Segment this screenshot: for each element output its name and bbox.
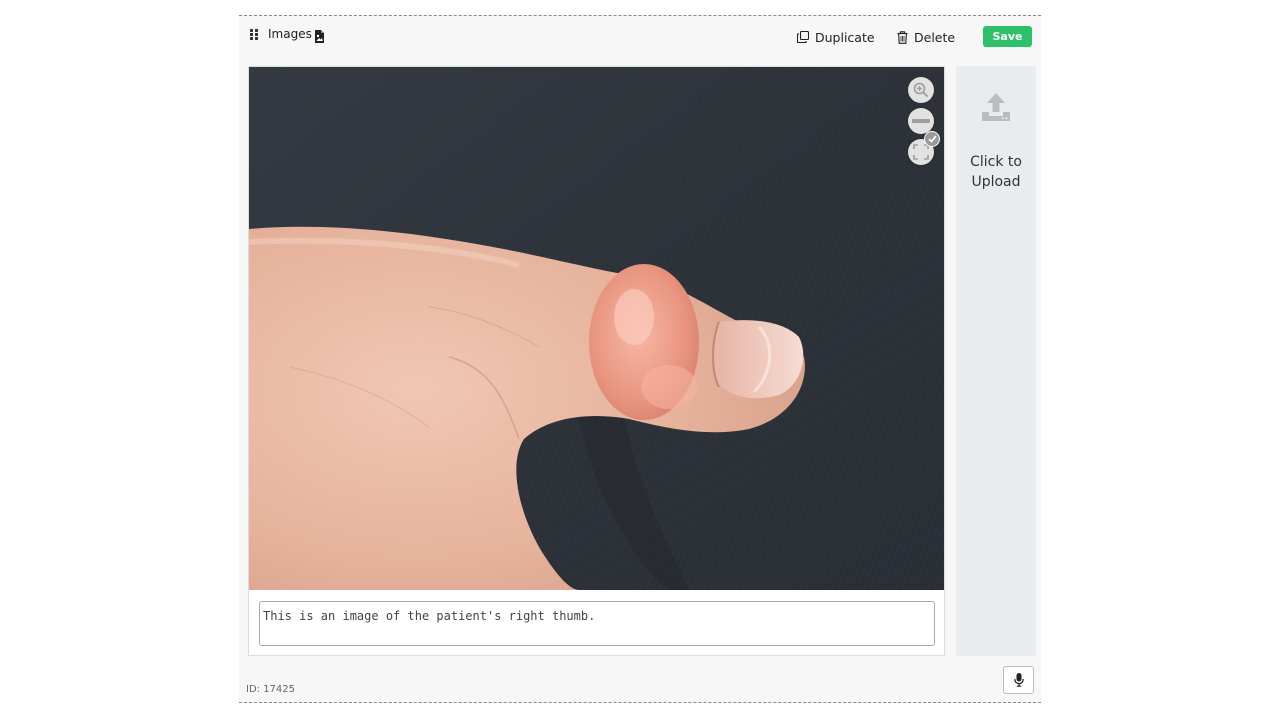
patient-thumb-photo bbox=[249, 67, 944, 590]
image-block-panel: Images Duplicate Delete Save This is an … bbox=[239, 15, 1041, 703]
delete-label: Delete bbox=[914, 29, 956, 45]
zoom-in-button[interactable] bbox=[908, 77, 934, 103]
duplicate-label: Duplicate bbox=[815, 29, 875, 45]
delete-button[interactable]: Delete bbox=[897, 28, 955, 46]
save-button[interactable]: Save bbox=[983, 26, 1032, 47]
zoom-out-icon bbox=[912, 119, 930, 123]
duplicate-icon bbox=[797, 31, 809, 43]
upload-zone[interactable]: Click to Upload bbox=[956, 66, 1036, 656]
zoom-in-icon bbox=[913, 82, 929, 98]
upload-label: Click to Upload bbox=[970, 154, 1022, 190]
block-header: Images Duplicate Delete Save bbox=[239, 16, 1041, 60]
fullscreen-icon bbox=[913, 144, 929, 160]
drag-handle-icon[interactable] bbox=[250, 29, 259, 40]
block-id-label: ID: 17425 bbox=[246, 684, 296, 695]
trash-icon bbox=[897, 30, 908, 44]
upload-icon bbox=[982, 93, 1010, 121]
dictation-button[interactable] bbox=[1003, 666, 1034, 694]
microphone-icon bbox=[1013, 673, 1024, 687]
block-title: Images bbox=[268, 27, 312, 41]
caption-input[interactable]: This is an image of the patient's right … bbox=[259, 601, 935, 646]
image-viewer[interactable] bbox=[249, 67, 944, 590]
image-file-icon bbox=[314, 28, 325, 43]
duplicate-button[interactable]: Duplicate bbox=[797, 28, 875, 46]
check-icon bbox=[927, 135, 937, 143]
image-content-card: This is an image of the patient's right … bbox=[248, 66, 945, 656]
selected-check-badge bbox=[924, 131, 940, 147]
